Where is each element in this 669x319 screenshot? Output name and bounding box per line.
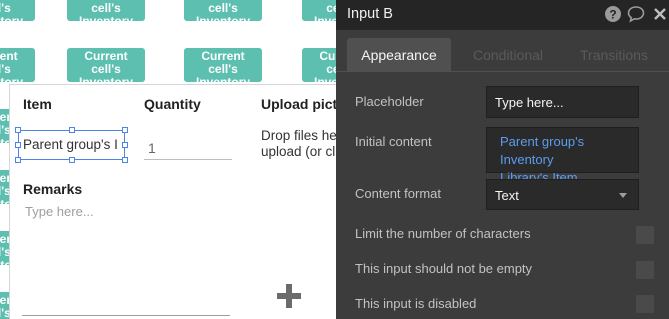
cell-button-text: Inventory	[0, 14, 23, 22]
quantity-input[interactable]: 1	[144, 136, 232, 160]
resize-handle-tr[interactable]	[122, 127, 128, 133]
content-format-dropdown[interactable]: Text	[486, 179, 639, 210]
help-icon[interactable]: ?	[604, 5, 622, 23]
item-label: Item	[23, 96, 52, 112]
cell-button-text: Inventory	[78, 75, 133, 83]
remarks-placeholder: Type here...	[25, 204, 94, 219]
item-input[interactable]: Parent group's I	[18, 130, 125, 160]
resize-handle-tl[interactable]	[15, 127, 21, 133]
initial-content-label: Initial content	[355, 134, 432, 149]
not-empty-label: This input should not be empty	[355, 261, 533, 276]
initial-content-line1: Parent group's Inventory	[500, 134, 585, 167]
resize-handle-tc[interactable]	[69, 127, 75, 133]
remarks-textarea[interactable]: Type here...	[22, 200, 230, 316]
close-icon[interactable]	[652, 5, 668, 23]
chevron-down-icon	[619, 193, 627, 198]
editor-canvas[interactable]: Currentcell'sInventory Currentcell'sInven…	[0, 0, 669, 319]
tab-divider	[336, 71, 669, 72]
cell-button-text: Inventory	[78, 14, 133, 22]
resize-handle-br[interactable]	[122, 157, 128, 163]
tab-conditional[interactable]: Conditional	[458, 38, 558, 72]
resize-handle-ml[interactable]	[15, 142, 21, 148]
quantity-value: 1	[148, 140, 156, 156]
plus-icon[interactable]	[275, 282, 303, 310]
initial-content-input[interactable]: Parent group's Inventory Library's Item	[486, 127, 639, 185]
content-format-label: Content format	[355, 186, 441, 201]
comment-icon[interactable]	[627, 5, 645, 23]
cell-button-text: Inventory	[195, 14, 250, 22]
placeholder-value: Type here...	[495, 95, 564, 110]
upload-label: Upload pictu	[261, 96, 346, 112]
form-panel[interactable]: Item Quantity Upload pictu Parent group'…	[9, 84, 349, 319]
tab-transitions[interactable]: Transitions	[564, 38, 664, 72]
limit-characters-checkbox[interactable]	[636, 226, 654, 244]
repeating-cell-button[interactable]: Currentcell'sInventory	[67, 0, 145, 21]
svg-text:?: ?	[609, 8, 616, 22]
disabled-checkbox[interactable]	[636, 295, 654, 313]
resize-handle-bl[interactable]	[15, 157, 21, 163]
repeating-cell-button[interactable]: Currentcell'sInventory	[184, 0, 262, 21]
repeating-cell-button[interactable]: Currentcell'sInventory	[0, 48, 35, 82]
repeating-cell-button[interactable]: Currentcell'sInventory	[184, 48, 262, 82]
cell-button-text: Inventory	[195, 75, 250, 83]
disabled-label: This input is disabled	[355, 296, 477, 311]
property-editor-header[interactable]: Input B ?	[336, 0, 669, 30]
tab-appearance[interactable]: Appearance	[347, 38, 451, 72]
resize-handle-bc[interactable]	[69, 157, 75, 163]
item-input-value: Parent group's I	[23, 137, 118, 152]
repeating-cell-button[interactable]: Currentcell'sInventory	[0, 0, 35, 21]
quantity-label: Quantity	[144, 96, 201, 112]
repeating-cell-button[interactable]: Currentcell'sInventory	[67, 48, 145, 82]
tab-bar: Appearance Conditional Transitions	[336, 38, 669, 72]
remarks-label: Remarks	[23, 181, 83, 197]
property-editor-title: Input B	[347, 6, 393, 22]
placeholder-label: Placeholder	[355, 94, 424, 109]
limit-characters-label: Limit the number of characters	[355, 226, 531, 241]
cell-button-text: Inventory	[0, 75, 23, 83]
placeholder-input[interactable]: Type here...	[486, 86, 639, 118]
property-editor[interactable]: Input B ? Appearance Conditional Transit…	[336, 0, 669, 319]
resize-handle-mr[interactable]	[122, 142, 128, 148]
content-format-value: Text	[495, 188, 519, 203]
not-empty-checkbox[interactable]	[636, 261, 654, 279]
